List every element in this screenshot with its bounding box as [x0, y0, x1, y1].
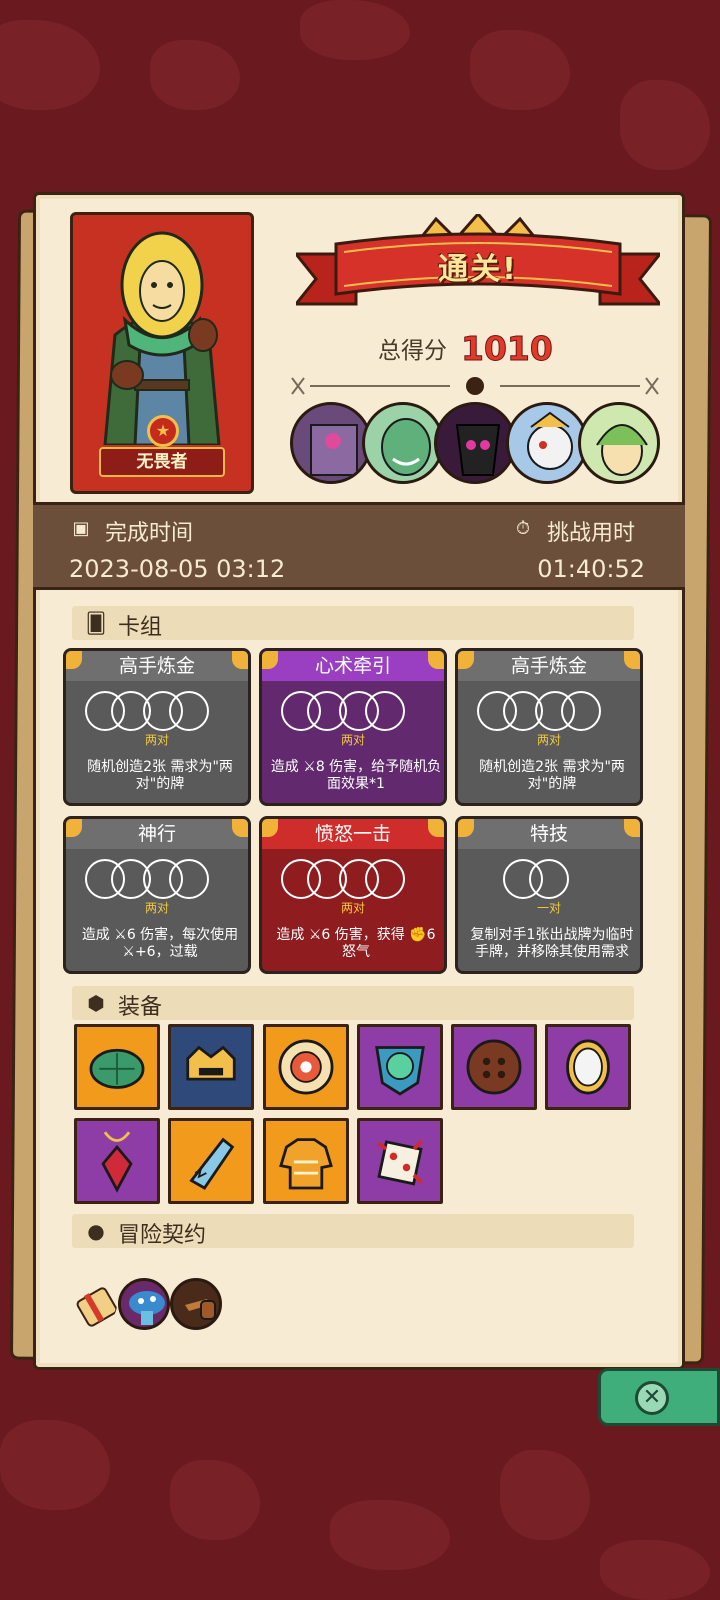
- card-name: 心术牵引: [262, 651, 444, 681]
- contracts-header: ● 冒险契约: [72, 1214, 634, 1248]
- turtle-shell-icon[interactable]: [74, 1024, 160, 1110]
- card-name: 特技: [458, 819, 640, 849]
- close-icon: ✕: [635, 1381, 669, 1415]
- score-value: 1010: [461, 328, 554, 368]
- card-slot-ring: [561, 691, 601, 731]
- card-rank: 两对: [144, 901, 169, 915]
- contracts-title: 冒险契约: [118, 1223, 207, 1248]
- card-slot-ring: [365, 859, 405, 899]
- boss-portrait-icon: [506, 402, 588, 484]
- card-rank: 两对: [144, 733, 169, 747]
- challenge-time-label: 挑战用时: [547, 521, 636, 546]
- broken-bottle-icon[interactable]: [168, 1118, 254, 1204]
- equipment-header: ⬢ 装备: [72, 986, 634, 1020]
- deck-card[interactable]: 特技一对复制对手1张出战牌为临时手牌，并移除其使用需求: [455, 816, 643, 974]
- card-name: 高手炼金: [66, 651, 248, 681]
- stopwatch-icon: ⏱: [515, 518, 531, 539]
- card-name: 愤怒一击: [262, 819, 444, 849]
- round-shield-icon[interactable]: [263, 1024, 349, 1110]
- score-label: 总得分: [378, 338, 447, 364]
- cards-icon: 🂠: [85, 611, 107, 635]
- card-rank: 两对: [340, 901, 365, 915]
- deck-card[interactable]: 高手炼金两对随机创造2张 需求为"两对"的牌: [63, 648, 251, 806]
- card-corner-right: [624, 819, 640, 837]
- card-corner-right: [624, 651, 640, 669]
- pipe-icon[interactable]: [170, 1278, 222, 1330]
- finish-time-value: 2023-08-05 03:12: [69, 555, 286, 583]
- spiked-dice-icon[interactable]: [357, 1118, 443, 1204]
- card-description: 随机创造2张 需求为"两对"的牌: [87, 759, 233, 792]
- card-name: 高手炼金: [458, 651, 640, 681]
- star-medal-icon: ★: [147, 415, 179, 447]
- card-slots: [262, 859, 444, 899]
- close-button[interactable]: ✕: [598, 1368, 720, 1426]
- golden-helmet-icon[interactable]: [168, 1024, 254, 1110]
- deck-card[interactable]: 神行两对造成 ⚔6 伤害，每次使用⚔+6，过载: [63, 816, 251, 974]
- finish-time-label: 完成时间: [105, 521, 194, 546]
- equipment-title: 装备: [118, 995, 163, 1020]
- deck-card[interactable]: 愤怒一击两对造成 ⚔6 伤害，获得 ✊6 怒气: [259, 816, 447, 974]
- mushroom-creature-icon[interactable]: [118, 1278, 170, 1330]
- challenge-time-value: 01:40:52: [537, 555, 645, 583]
- card-slot-ring: [529, 859, 569, 899]
- card-corner-right: [232, 819, 248, 837]
- card-slot-ring: [169, 691, 209, 731]
- button-icon[interactable]: [451, 1024, 537, 1110]
- cube-icon: ⬢: [87, 991, 105, 1015]
- boss-portrait-icon: [578, 402, 660, 484]
- card-slots: [458, 691, 640, 731]
- card-description: 复制对手1张出战牌为临时手牌，并移除其使用需求: [470, 927, 634, 960]
- banner-title: 通关!: [438, 252, 518, 287]
- card-corner-right: [232, 651, 248, 669]
- red-gem-amulet-icon[interactable]: [74, 1118, 160, 1204]
- card-slots: [262, 691, 444, 731]
- boss-portrait-icon: [290, 402, 372, 484]
- sweater-icon[interactable]: [263, 1118, 349, 1204]
- boss-portrait-icon: [362, 402, 444, 484]
- mirror-icon[interactable]: [545, 1024, 631, 1110]
- boss-portrait-icon: [434, 402, 516, 484]
- stats-band: ▣ 完成时间 2023-08-05 03:12 ⏱ 挑战用时 01:40:52: [33, 502, 685, 590]
- card-rank: 两对: [536, 733, 561, 747]
- card-description: 造成 ⚔8 伤害，给予随机负面效果*1: [270, 759, 442, 792]
- card-description: 造成 ⚔6 伤害，获得 ✊6 怒气: [276, 927, 436, 960]
- card-slots: [66, 691, 248, 731]
- card-corner-right: [428, 819, 444, 837]
- defeated-bosses: [290, 402, 660, 486]
- card-name: 神行: [66, 819, 248, 849]
- card-slot-ring: [169, 859, 209, 899]
- card-rank: 一对: [536, 901, 561, 915]
- card-slots: [458, 859, 640, 899]
- card-slot-ring: [365, 691, 405, 731]
- deck-header: 🂠 卡组: [72, 606, 634, 640]
- demon-badge-icon[interactable]: [357, 1024, 443, 1110]
- card-corner-right: [428, 651, 444, 669]
- person-icon: ●: [87, 1219, 105, 1243]
- card-slots: [66, 859, 248, 899]
- boss-divider: [291, 377, 659, 395]
- calendar-icon: ▣: [72, 518, 90, 539]
- card-description: 造成 ⚔6 伤害，每次使用⚔+6，过载: [81, 927, 239, 960]
- card-description: 随机创造2张 需求为"两对"的牌: [479, 759, 625, 792]
- hero-card: ★ 无畏者: [70, 212, 254, 494]
- score-row: 总得分 1010: [378, 326, 553, 370]
- deck-title: 卡组: [118, 615, 163, 640]
- hero-name: 无畏者: [99, 447, 225, 477]
- scroll-icon[interactable]: [68, 1278, 120, 1330]
- deck-card[interactable]: 心术牵引两对造成 ⚔8 伤害，给予随机负面效果*1: [259, 648, 447, 806]
- card-rank: 两对: [340, 733, 365, 747]
- hero-portrait: [103, 231, 221, 445]
- deck-card[interactable]: 高手炼金两对随机创造2张 需求为"两对"的牌: [455, 648, 643, 806]
